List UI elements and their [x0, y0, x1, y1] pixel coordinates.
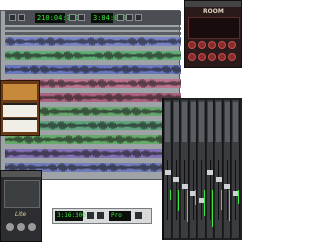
audio-track[interactable] [5, 149, 181, 158]
stop-icon[interactable] [69, 14, 76, 21]
amp-face [4, 180, 40, 208]
insert-slots[interactable] [216, 102, 221, 142]
audio-track[interactable] [5, 37, 181, 46]
floater-counter: 3:16:300 [55, 211, 86, 221]
drawbar-panel[interactable] [3, 84, 37, 100]
insert-slots[interactable] [224, 102, 230, 142]
channel-strip [232, 100, 240, 238]
channel-strip [189, 100, 197, 238]
bar-ruler[interactable] [5, 32, 181, 35]
insert-slots[interactable] [165, 102, 170, 142]
channel-strip [198, 100, 206, 238]
fader-cap[interactable] [224, 184, 230, 189]
waveform [5, 135, 181, 144]
insert-slots[interactable] [207, 102, 213, 142]
level-meter [186, 190, 188, 222]
level-meter [195, 190, 196, 205]
channel-strip [164, 100, 172, 238]
plugin-brand: ROOM [203, 8, 224, 15]
insert-slots[interactable] [182, 102, 187, 142]
plugin-window-reverb: ROOM [184, 0, 242, 68]
audio-track[interactable] [5, 135, 181, 144]
channel-strip [181, 100, 189, 238]
plugin-knob[interactable] [228, 41, 236, 49]
record-icon[interactable] [135, 212, 142, 219]
fader-track[interactable] [209, 160, 211, 220]
insert-slots[interactable] [173, 102, 179, 142]
knob-panel [188, 41, 238, 65]
fader-track[interactable] [201, 160, 202, 220]
record-icon[interactable] [78, 14, 85, 21]
timeline-ruler[interactable] [5, 27, 181, 30]
punch-icon[interactable] [126, 14, 133, 21]
level-meter [169, 190, 171, 200]
waveform [5, 149, 181, 158]
level-meter [229, 190, 230, 221]
fader-track[interactable] [218, 160, 219, 220]
plugin-knob[interactable] [218, 41, 226, 49]
plugin-knob[interactable] [198, 41, 206, 49]
fader-track[interactable] [184, 160, 185, 220]
waveform [5, 37, 181, 46]
sub-counter: 3:04:000 [91, 13, 127, 23]
plugin-titlebar[interactable] [1, 171, 41, 177]
insert-slots[interactable] [233, 102, 238, 142]
channel-strip [206, 100, 214, 238]
fader-cap[interactable] [173, 177, 179, 182]
fader-cap[interactable] [207, 170, 213, 175]
insert-slots[interactable] [199, 102, 204, 142]
loop-icon[interactable] [117, 14, 124, 21]
plugin-knob[interactable] [198, 53, 206, 61]
amp-knob-1[interactable] [6, 223, 14, 231]
channel-strip [215, 100, 223, 238]
metronome-icon[interactable] [135, 14, 142, 21]
channel-strip [172, 100, 180, 238]
stop-icon[interactable] [97, 212, 104, 219]
fader-track[interactable] [235, 160, 236, 220]
level-meter [220, 190, 222, 210]
waveform [5, 51, 181, 60]
plugin-titlebar[interactable] [185, 1, 241, 7]
fader-track[interactable] [192, 160, 194, 220]
channel-strip [223, 100, 231, 238]
floater-counter-2: Pro [109, 211, 131, 221]
insert-slots[interactable] [190, 102, 196, 142]
plugin-knob[interactable] [208, 41, 216, 49]
fader-cap[interactable] [215, 177, 222, 182]
plugin-knob[interactable] [208, 53, 216, 61]
level-meter [178, 190, 179, 211]
mixer-window [162, 98, 242, 240]
keyboard-lower[interactable] [3, 118, 37, 132]
waveform [5, 65, 181, 74]
plugin-window-amp: Lite [0, 170, 42, 242]
plugin-knob[interactable] [188, 53, 196, 61]
plugin-knob[interactable] [228, 53, 236, 61]
play-icon[interactable] [18, 14, 25, 21]
organ-plugin [0, 80, 40, 136]
level-meter [203, 190, 205, 216]
fader-cap[interactable] [181, 184, 188, 189]
audio-track[interactable] [5, 51, 181, 60]
fader-track[interactable] [167, 160, 168, 220]
plugin-knob[interactable] [188, 41, 196, 49]
plugin-label: Lite [15, 211, 27, 218]
plugin-knob[interactable] [218, 53, 226, 61]
plugin-display [188, 17, 240, 39]
main-counter: 210:04:750 [35, 13, 80, 23]
rewind-icon[interactable] [9, 14, 16, 21]
level-meter [237, 190, 239, 204]
fader-track[interactable] [175, 160, 177, 220]
amp-knob-2[interactable] [17, 223, 25, 231]
audio-track[interactable] [5, 65, 181, 74]
fader-track[interactable] [226, 160, 228, 220]
transport-bar: 210:04:750 3:04:000 [5, 11, 181, 25]
level-meter [212, 190, 213, 227]
floating-transport: 3:16:300 Pro [52, 208, 152, 224]
amp-knob-3[interactable] [28, 223, 36, 231]
fader-cap[interactable] [164, 170, 171, 175]
keyboard-upper[interactable] [3, 103, 37, 117]
play-icon[interactable] [87, 212, 94, 219]
